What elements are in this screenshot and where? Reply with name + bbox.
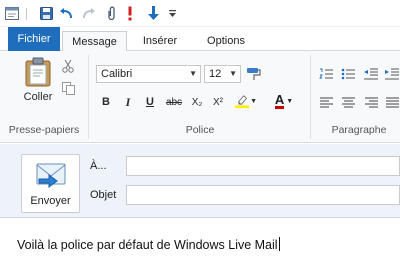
font-group-label: Police <box>185 124 215 136</box>
increase-indent-icon <box>385 68 399 80</box>
format-painter-icon <box>247 68 261 80</box>
font-color-button[interactable]: A ▼ <box>272 92 296 110</box>
clipboard-icon <box>25 57 51 87</box>
underline-button[interactable]: U <box>143 93 157 111</box>
numbered-list-button[interactable] <box>318 65 334 83</box>
align-left-icon <box>319 97 333 107</box>
bold-button[interactable]: B <box>99 93 113 111</box>
chevron-down-icon: ▼ <box>229 69 237 78</box>
tab-file[interactable]: Fichier <box>8 27 60 51</box>
customize-icon[interactable] <box>164 4 180 23</box>
text-caret <box>278 237 280 251</box>
subject-label: Objet <box>90 189 117 201</box>
ribbon: Coller Presse-papiers Calibri ▼ 12 ▼ B I… <box>0 51 400 143</box>
align-left-button[interactable] <box>318 93 334 111</box>
chevron-down-icon: ▼ <box>250 97 257 105</box>
compose-header: Envoyer À... Objet <box>0 144 400 218</box>
superscript-button[interactable]: X² <box>210 93 226 111</box>
subject-field[interactable] <box>126 185 400 205</box>
clipboard-group-label: Presse-papiers <box>8 124 80 136</box>
group-separator <box>88 55 89 139</box>
decrease-indent-icon <box>364 68 378 80</box>
chevron-down-icon: ▼ <box>189 69 197 78</box>
redo-icon[interactable] <box>80 4 96 23</box>
italic-button[interactable]: I <box>121 93 135 111</box>
align-center-icon <box>341 97 355 107</box>
ribbon-tabs: Fichier Message Insérer Options <box>0 27 400 52</box>
numbered-list-icon <box>319 68 333 79</box>
font-color-letter: A <box>274 92 285 109</box>
to-label[interactable]: À... <box>90 160 107 172</box>
strikethrough-button[interactable]: abc <box>164 93 184 111</box>
justify-icon <box>385 97 399 107</box>
bullet-list-icon <box>341 68 355 80</box>
align-center-button[interactable] <box>340 93 356 111</box>
align-right-button[interactable] <box>363 93 379 111</box>
copy-icon <box>61 81 75 95</box>
tab-insert[interactable]: Insérer <box>134 31 186 51</box>
font-name-value: Calibri <box>101 68 133 80</box>
font-name-select[interactable]: Calibri ▼ <box>96 65 201 83</box>
move-down-icon[interactable] <box>145 4 161 23</box>
message-body[interactable]: Voilà la police par défaut de Windows Li… <box>0 219 400 273</box>
cut-button[interactable] <box>60 57 76 75</box>
body-text: Voilà la police par défaut de Windows Li… <box>17 238 278 252</box>
paragraph-group-label: Paragraphe <box>331 124 387 136</box>
priority-high-icon[interactable] <box>122 4 138 23</box>
highlighter-icon <box>235 95 250 109</box>
decrease-indent-button[interactable] <box>363 65 379 83</box>
justify-button[interactable] <box>384 93 400 111</box>
save-icon[interactable] <box>38 4 54 23</box>
paste-button[interactable]: Coller <box>18 57 58 115</box>
scissors-icon <box>62 59 74 73</box>
undo-icon[interactable] <box>58 4 74 23</box>
attach-icon[interactable] <box>103 4 119 23</box>
send-label: Envoyer <box>30 195 71 207</box>
copy-button[interactable] <box>60 79 76 97</box>
chevron-down-icon: ▼ <box>286 97 294 105</box>
message-body-text[interactable]: Voilà la police par défaut de Windows Li… <box>17 237 280 252</box>
tab-options[interactable]: Options <box>196 31 256 51</box>
highlight-button[interactable]: ▼ <box>235 92 257 110</box>
align-right-icon <box>364 97 378 107</box>
bullet-list-button[interactable] <box>340 65 356 83</box>
to-field[interactable] <box>126 156 400 176</box>
app-icon[interactable] <box>4 4 20 23</box>
increase-indent-button[interactable] <box>384 65 400 83</box>
group-separator <box>310 55 311 139</box>
tab-message[interactable]: Message <box>62 31 127 52</box>
format-painter-button[interactable] <box>245 65 263 83</box>
paste-label: Coller <box>23 91 53 103</box>
quick-access-toolbar <box>0 0 400 27</box>
subscript-button[interactable]: X₂ <box>189 93 205 111</box>
send-icon <box>36 163 66 188</box>
font-size-select[interactable]: 12 ▼ <box>204 65 241 83</box>
qat-separator <box>26 8 27 20</box>
font-size-value: 12 <box>209 68 222 80</box>
send-button[interactable]: Envoyer <box>21 154 80 213</box>
